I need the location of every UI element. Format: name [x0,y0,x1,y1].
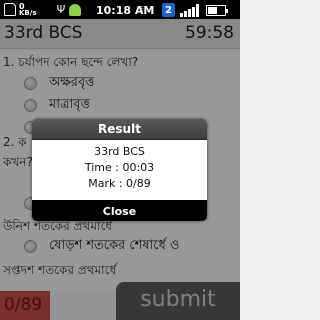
android-icon [69,4,81,16]
battery-icon [206,5,228,16]
edge-label: E [140,5,144,13]
network-speed-unit: KB/s [19,8,37,17]
dialog-button-bar: Close [32,200,207,221]
network-speed: 0 KB/s [19,2,53,17]
sd-card-icon [4,3,16,16]
result-mark: Mark : 0/89 [88,177,151,190]
result-exam-name: 33rd BCS [94,145,145,158]
result-dialog: Result 33rd BCS Time : 00:03 Mark : 0/89… [32,119,207,221]
clock: 10:18 AM [96,4,155,17]
dialog-title: Result [32,119,207,140]
signal-strength-icon [180,4,200,17]
usb-icon: Ψ [56,3,66,16]
battery-fill [208,7,217,14]
result-time: Time : 00:03 [84,161,155,174]
network-badge-icon: 2 [162,3,175,17]
edge-indicator: E [140,2,144,17]
close-button[interactable]: Close [103,201,136,221]
dialog-body: 33rd BCS Time : 00:03 Mark : 0/89 [32,140,207,200]
status-bar: 0 KB/s Ψ 10:18 AM E 2 [0,0,240,19]
